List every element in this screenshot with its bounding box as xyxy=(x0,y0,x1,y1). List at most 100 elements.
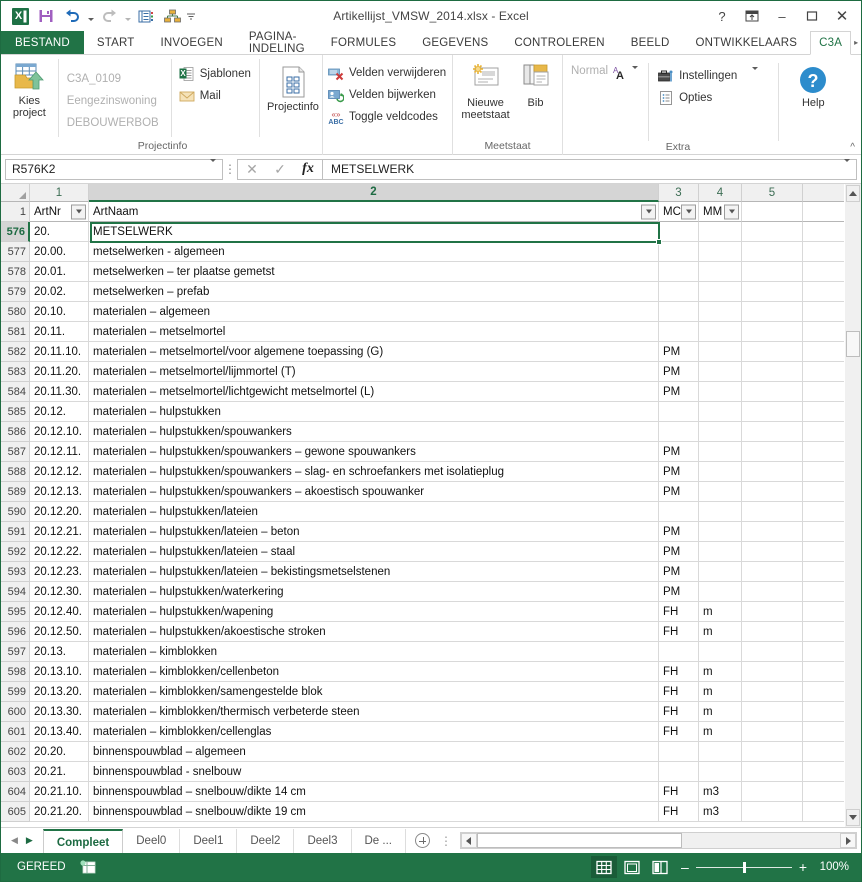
cell-mc[interactable]: FH xyxy=(659,662,699,682)
row-header-594[interactable]: 594 xyxy=(1,582,30,602)
cell-col5[interactable] xyxy=(742,402,803,422)
cell-col6[interactable] xyxy=(803,282,844,302)
header-cell-5[interactable] xyxy=(742,202,803,222)
insert-function-icon[interactable]: fx xyxy=(294,160,322,179)
cell-col6[interactable] xyxy=(803,682,844,702)
cell-col5[interactable] xyxy=(742,702,803,722)
row-header-600[interactable]: 600 xyxy=(1,702,30,722)
cell-mm[interactable]: m3 xyxy=(699,782,742,802)
list-icon[interactable] xyxy=(133,4,159,28)
row-header-593[interactable]: 593 xyxy=(1,562,30,582)
confirm-formula-icon[interactable]: ✓ xyxy=(266,160,294,179)
cell-mc[interactable]: PM xyxy=(659,382,699,402)
zoom-slider[interactable]: – + xyxy=(675,860,817,874)
instellingen-dropdown-icon[interactable] xyxy=(752,67,759,82)
cell-artnr[interactable]: 20.02. xyxy=(30,282,89,302)
cell-mc[interactable]: FH xyxy=(659,622,699,642)
row-header-601[interactable]: 601 xyxy=(1,722,30,742)
vertical-scroll-thumb[interactable] xyxy=(846,331,860,357)
cell-col6[interactable] xyxy=(803,742,844,762)
cell-col5[interactable] xyxy=(742,342,803,362)
cell-artnr[interactable]: 20.11.30. xyxy=(30,382,89,402)
cell-col6[interactable] xyxy=(803,782,844,802)
row-header-580[interactable]: 580 xyxy=(1,302,30,322)
cell-col6[interactable] xyxy=(803,522,844,542)
cell-artnaam[interactable]: materialen – kimblokken xyxy=(89,642,659,662)
vertical-scrollbar[interactable] xyxy=(844,184,861,827)
cell-mm[interactable]: m xyxy=(699,602,742,622)
cell-col5[interactable] xyxy=(742,222,803,242)
sheet-next-icon[interactable]: ▶ xyxy=(26,835,33,846)
cell-col6[interactable] xyxy=(803,322,844,342)
page-break-preview-button[interactable] xyxy=(647,856,673,878)
row-header-576[interactable]: 576 xyxy=(1,222,30,242)
header-cell-6[interactable] xyxy=(803,202,844,222)
cancel-formula-icon[interactable]: ✕ xyxy=(238,160,266,179)
cell-mm[interactable] xyxy=(699,322,742,342)
tab-c3a[interactable]: C3A xyxy=(810,31,852,55)
cell-col5[interactable] xyxy=(742,682,803,702)
cell-col6[interactable] xyxy=(803,642,844,662)
tab-ontwikkelaars[interactable]: ONTWIKKELAARS xyxy=(683,31,811,54)
cell-artnaam[interactable]: materialen – kimblokken/cellenglas xyxy=(89,722,659,742)
row-header-590[interactable]: 590 xyxy=(1,502,30,522)
cell-artnaam[interactable]: binnenspouwblad - snelbouw xyxy=(89,762,659,782)
cell-col6[interactable] xyxy=(803,462,844,482)
expand-formula-bar-icon[interactable] xyxy=(844,159,850,176)
row-header-592[interactable]: 592 xyxy=(1,542,30,562)
change-font-icon[interactable]: A A xyxy=(612,65,628,82)
cell-artnr[interactable]: 20.10. xyxy=(30,302,89,322)
row-header-588[interactable]: 588 xyxy=(1,462,30,482)
row-header-586[interactable]: 586 xyxy=(1,422,30,442)
zoom-out-button[interactable]: – xyxy=(681,860,689,874)
name-box-dropdown-icon[interactable] xyxy=(210,159,216,176)
cell-artnr[interactable]: 20.12.22. xyxy=(30,542,89,562)
cell-col5[interactable] xyxy=(742,622,803,642)
cell-artnr[interactable]: 20.13.20. xyxy=(30,682,89,702)
opties-button[interactable]: Opties xyxy=(655,87,764,109)
filter-dropdown-artnr-icon[interactable] xyxy=(71,204,86,219)
cell-artnaam[interactable]: materialen – hulpstukken/lateien – beton xyxy=(89,522,659,542)
tab-controleren[interactable]: CONTROLEREN xyxy=(501,31,617,54)
cell-mc[interactable] xyxy=(659,222,699,242)
row-header-582[interactable]: 582 xyxy=(1,342,30,362)
cell-col6[interactable] xyxy=(803,602,844,622)
cell-col6[interactable] xyxy=(803,222,844,242)
cell-col6[interactable] xyxy=(803,482,844,502)
row-header-577[interactable]: 577 xyxy=(1,242,30,262)
zoom-track[interactable] xyxy=(695,861,792,873)
cell-col5[interactable] xyxy=(742,242,803,262)
cell-artnaam[interactable]: materialen – hulpstukken/spouwankers xyxy=(89,422,659,442)
cell-mc[interactable]: PM xyxy=(659,342,699,362)
cell-col5[interactable] xyxy=(742,442,803,462)
cell-mc[interactable]: PM xyxy=(659,482,699,502)
cell-artnaam[interactable]: materialen – hulpstukken xyxy=(89,402,659,422)
cell-col6[interactable] xyxy=(803,582,844,602)
row-header-597[interactable]: 597 xyxy=(1,642,30,662)
cell-col6[interactable] xyxy=(803,542,844,562)
sheet-tab-compleet[interactable]: Compleet xyxy=(42,828,124,855)
cell-mc[interactable]: PM xyxy=(659,462,699,482)
ribbon-display-options-icon[interactable] xyxy=(737,3,767,29)
row-header-603[interactable]: 603 xyxy=(1,762,30,782)
instellingen-button[interactable]: Instellingen xyxy=(655,65,764,87)
page-layout-view-button[interactable] xyxy=(619,856,645,878)
cell-artnr[interactable]: 20.11.20. xyxy=(30,362,89,382)
row-header-578[interactable]: 578 xyxy=(1,262,30,282)
cell-col5[interactable] xyxy=(742,502,803,522)
cell-artnr[interactable]: 20.12.20. xyxy=(30,502,89,522)
cell-artnr[interactable]: 20.12.12. xyxy=(30,462,89,482)
help-ribbon-button[interactable]: ? Help xyxy=(789,63,837,109)
cell-col6[interactable] xyxy=(803,402,844,422)
collapse-ribbon-icon[interactable]: ^ xyxy=(850,142,855,153)
cell-col6[interactable] xyxy=(803,702,844,722)
cell-artnr[interactable]: 20.00. xyxy=(30,242,89,262)
filter-dropdown-artnaam-icon[interactable] xyxy=(641,204,656,219)
undo-dropdown-icon[interactable] xyxy=(85,4,96,28)
cell-col6[interactable] xyxy=(803,662,844,682)
save-icon[interactable] xyxy=(33,4,59,28)
column-header-2[interactable]: 2 xyxy=(89,184,659,202)
cell-mc[interactable] xyxy=(659,262,699,282)
cell-artnaam[interactable]: materialen – metselmortel/lijmmortel (T) xyxy=(89,362,659,382)
bib-button[interactable]: Bib xyxy=(514,61,558,109)
